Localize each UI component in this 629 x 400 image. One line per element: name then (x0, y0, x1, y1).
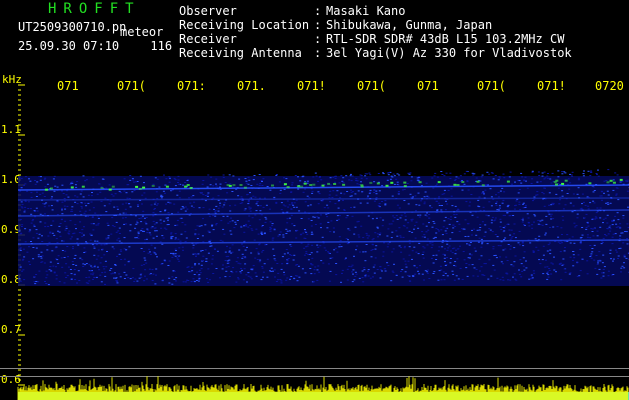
signal-noise-band (18, 169, 629, 286)
signal-baseline (17, 376, 629, 400)
spectrogram (0, 84, 629, 400)
